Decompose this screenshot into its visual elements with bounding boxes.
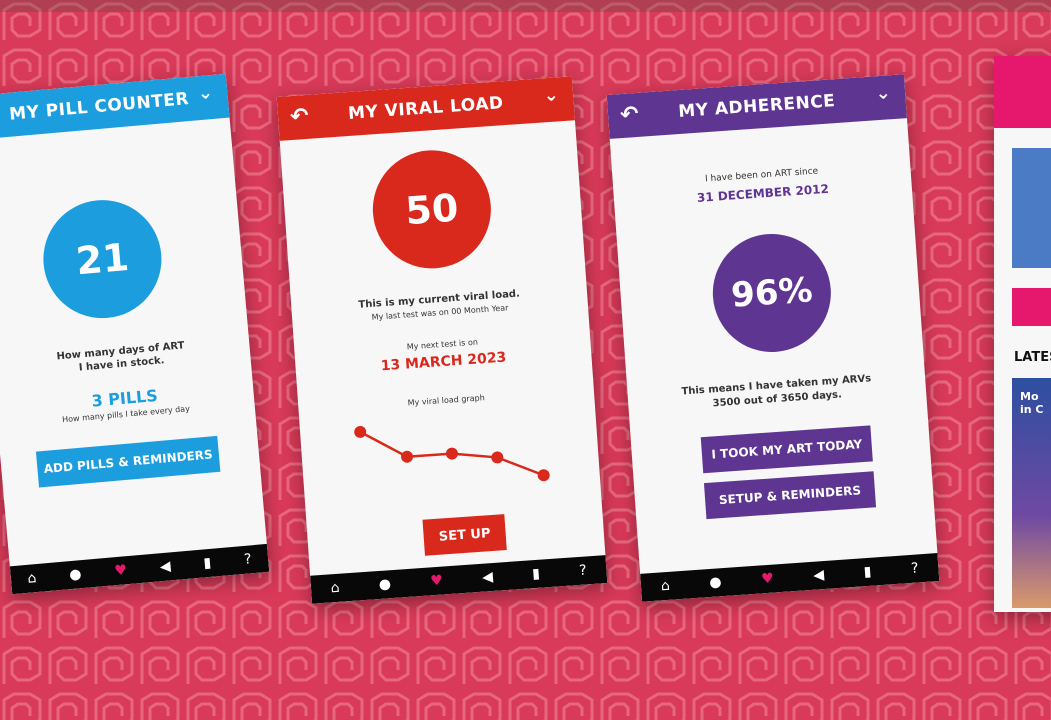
latest-label: LATES bbox=[1014, 350, 1051, 365]
graph-point bbox=[445, 447, 458, 460]
pill-counter-title: MY PILL COUNTER bbox=[8, 89, 190, 125]
help-icon[interactable]: ? bbox=[243, 551, 252, 568]
adherence-title: MY ADHERENCE bbox=[677, 91, 836, 123]
graph-point bbox=[354, 425, 367, 438]
graph-point bbox=[401, 450, 414, 463]
adherence-circle: 96% bbox=[708, 229, 835, 356]
news-card-line1: Mo bbox=[1020, 390, 1039, 403]
took-art-button[interactable]: I TOOK MY ART TODAY bbox=[700, 425, 873, 474]
viral-load-screen: ↶ MY VIRAL LOAD ⌄ 50 This is my current … bbox=[276, 76, 608, 604]
info-icon[interactable]: ● bbox=[69, 566, 83, 583]
back-arrow-icon[interactable]: ↶ bbox=[289, 104, 310, 130]
setup-reminders-button[interactable]: SETUP & REMINDERS bbox=[703, 471, 877, 520]
help-icon[interactable]: ? bbox=[579, 562, 588, 578]
partial-pink-button[interactable] bbox=[1012, 288, 1051, 326]
graph-label: My viral load graph bbox=[407, 393, 486, 408]
pill-counter-screen: MY PILL COUNTER ⌄ 21 How many days of AR… bbox=[0, 73, 270, 595]
home-icon[interactable]: ⌂ bbox=[330, 580, 340, 597]
map-pin-icon[interactable]: ▮ bbox=[532, 566, 541, 582]
chevron-down-icon[interactable]: ⌄ bbox=[543, 84, 560, 106]
graph-point bbox=[491, 451, 504, 464]
info-icon[interactable]: ● bbox=[709, 574, 722, 591]
home-icon[interactable]: ⌂ bbox=[660, 578, 670, 595]
set-up-button[interactable]: SET UP bbox=[422, 514, 507, 556]
viral-load-title: MY VIRAL LOAD bbox=[347, 93, 505, 124]
heart-icon[interactable]: ♥ bbox=[114, 562, 128, 579]
add-pills-button[interactable]: ADD PILLS & REMINDERS bbox=[35, 435, 221, 488]
viral-load-circle: 50 bbox=[368, 146, 495, 273]
home-icon[interactable]: ⌂ bbox=[27, 570, 37, 587]
map-pin-icon[interactable]: ▮ bbox=[863, 564, 872, 580]
help-icon[interactable]: ? bbox=[911, 560, 920, 576]
chevron-down-icon[interactable]: ⌄ bbox=[875, 82, 892, 104]
info-icon[interactable]: ● bbox=[378, 576, 391, 593]
megaphone-icon[interactable]: ◀ bbox=[482, 569, 494, 586]
heart-icon[interactable]: ♥ bbox=[430, 573, 444, 590]
partial-header bbox=[994, 56, 1051, 128]
viral-load-graph bbox=[354, 425, 550, 482]
viral-load-value: 50 bbox=[403, 185, 460, 234]
pill-count-circle: 21 bbox=[38, 195, 167, 324]
megaphone-icon[interactable]: ◀ bbox=[813, 567, 825, 584]
profile-photo bbox=[1012, 148, 1051, 268]
pill-count-value: 21 bbox=[74, 234, 131, 284]
graph-point bbox=[537, 469, 550, 482]
adherence-screen: ↶ MY ADHERENCE ⌄ I have been on ART sinc… bbox=[606, 74, 940, 602]
map-pin-icon[interactable]: ▮ bbox=[203, 555, 212, 572]
megaphone-icon[interactable]: ◀ bbox=[159, 558, 171, 575]
heart-icon[interactable]: ♥ bbox=[761, 571, 775, 588]
chevron-down-icon[interactable]: ⌄ bbox=[197, 82, 214, 104]
news-card[interactable]: Mo in C bbox=[1012, 378, 1051, 608]
back-arrow-icon[interactable]: ↶ bbox=[619, 102, 640, 128]
news-card-line2: in C bbox=[1020, 403, 1044, 416]
adherence-percent: 96% bbox=[729, 270, 814, 316]
partial-home-screen: LATES Mo in C bbox=[994, 56, 1051, 612]
